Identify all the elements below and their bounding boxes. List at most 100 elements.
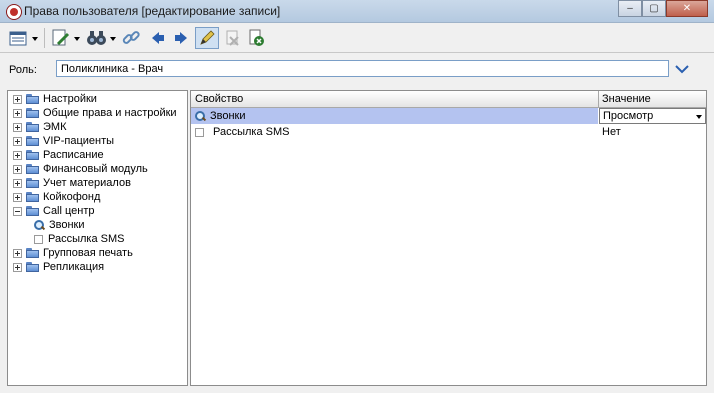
property-cell[interactable]: Рассылка SMS xyxy=(191,124,598,140)
view-menu-icon xyxy=(8,29,38,47)
tree-item-label: Call центр xyxy=(43,205,95,217)
delete-icon xyxy=(223,29,241,47)
arrow-left-icon xyxy=(150,30,166,46)
role-field[interactable] xyxy=(56,60,669,77)
folder-icon xyxy=(26,94,39,104)
link-icon xyxy=(122,29,140,47)
dropdown-arrow-icon[interactable] xyxy=(696,115,702,119)
maximize-button[interactable]: ▢ xyxy=(642,0,666,17)
expand-icon[interactable] xyxy=(13,94,22,104)
exit-button[interactable] xyxy=(245,27,267,49)
tree-item-label: Расписание xyxy=(43,149,104,161)
minimize-button[interactable]: – xyxy=(618,0,642,17)
folder-icon xyxy=(26,122,39,132)
value-label: Нет xyxy=(602,126,621,138)
binoculars-icon xyxy=(86,29,116,47)
search-button[interactable] xyxy=(84,27,118,49)
tree-item[interactable]: Расписание xyxy=(13,148,104,162)
tree-item-label: ЭМК xyxy=(43,121,67,133)
expand-icon[interactable] xyxy=(13,108,22,118)
rights-tree[interactable]: Настройки Общие права и настройки ЭМК VIP-п… xyxy=(7,90,188,386)
folder-icon xyxy=(26,206,39,216)
role-bar: Роль: xyxy=(0,54,714,86)
tree-item-label: Рассылка SMS xyxy=(48,233,125,245)
value-cell[interactable]: Нет xyxy=(599,124,706,140)
magnifier-icon xyxy=(34,219,45,231)
column-divider[interactable] xyxy=(598,91,599,107)
tree-item[interactable]: Финансовый модуль xyxy=(13,162,148,176)
tree-item-label: VIP-пациенты xyxy=(43,135,115,147)
grid-header: Свойство Значение xyxy=(191,91,706,108)
expand-icon[interactable] xyxy=(13,136,22,146)
property-label: Звонки xyxy=(210,110,246,122)
folder-icon xyxy=(26,136,39,146)
folder-icon xyxy=(26,108,39,118)
property-cell[interactable]: Звонки xyxy=(191,108,598,124)
grid-row[interactable]: Звонки Просмотр xyxy=(191,108,706,124)
folder-icon xyxy=(26,150,39,160)
folder-icon xyxy=(26,192,39,202)
tree-item[interactable]: Койкофонд xyxy=(13,190,100,204)
expand-icon[interactable] xyxy=(13,122,22,132)
tree-item[interactable]: Call центр xyxy=(13,204,95,218)
tree-item[interactable]: Учет материалов xyxy=(13,176,131,190)
edit-pencil-icon xyxy=(198,29,216,47)
tree-item[interactable]: Настройки xyxy=(13,92,97,106)
toolbar xyxy=(0,24,714,53)
tree-item[interactable]: Общие права и настройки xyxy=(13,106,177,120)
tree-item[interactable]: Репликация xyxy=(13,260,104,274)
delete-button[interactable] xyxy=(221,27,243,49)
tree-item[interactable]: Рассылка SMS xyxy=(34,232,124,246)
tree-item-label: Койкофонд xyxy=(43,191,101,203)
collapse-icon[interactable] xyxy=(13,206,22,216)
grid-row[interactable]: Рассылка SMS Нет xyxy=(191,124,706,140)
arrow-right-icon xyxy=(173,30,189,46)
tree-item-label: Звонки xyxy=(49,219,85,231)
expand-icon[interactable] xyxy=(13,150,22,160)
column-header-value[interactable]: Значение xyxy=(602,93,651,105)
value-dropdown[interactable]: Просмотр xyxy=(599,108,706,124)
tree-item-label: Групповая печать xyxy=(43,247,133,259)
tree-item-label: Учет материалов xyxy=(43,177,131,189)
back-button[interactable] xyxy=(148,27,168,49)
tree-item[interactable]: Звонки xyxy=(34,218,85,232)
expand-icon[interactable] xyxy=(13,192,22,202)
view-menu-button[interactable] xyxy=(6,27,40,49)
folder-icon xyxy=(26,178,39,188)
tree-item-label: Финансовый модуль xyxy=(43,163,148,175)
column-header-property[interactable]: Свойство xyxy=(195,93,243,105)
properties-grid: Свойство Значение Звонки Просмотр Рассылка… xyxy=(190,90,707,386)
edit-document-button[interactable] xyxy=(48,27,82,49)
edit-document-icon xyxy=(50,29,80,47)
app-window: Права пользователя [редактирование запис… xyxy=(0,0,714,393)
chevron-down-icon[interactable] xyxy=(675,64,689,74)
expand-icon[interactable] xyxy=(13,248,22,258)
tree-item-label: Настройки xyxy=(43,93,97,105)
magnifier-icon xyxy=(195,110,206,122)
expand-icon[interactable] xyxy=(13,178,22,188)
tree-item[interactable]: Групповая печать xyxy=(13,246,133,260)
window-controls: – ▢ ✕ xyxy=(618,0,708,18)
forward-button[interactable] xyxy=(171,27,191,49)
checkbox-icon xyxy=(34,234,43,244)
tree-item[interactable]: ЭМК xyxy=(13,120,66,134)
window-title: Права пользователя [редактирование запис… xyxy=(24,4,281,18)
property-label: Рассылка SMS xyxy=(213,126,290,138)
folder-icon xyxy=(26,248,39,258)
app-logo-icon xyxy=(6,4,22,20)
role-label: Роль: xyxy=(9,64,37,76)
value-label: Просмотр xyxy=(603,110,654,122)
toolbar-separator xyxy=(44,28,45,48)
tree-item[interactable]: VIP-пациенты xyxy=(13,134,114,148)
exit-icon xyxy=(247,29,265,47)
link-button[interactable] xyxy=(120,27,142,49)
tree-item-label: Общие права и настройки xyxy=(43,107,177,119)
folder-icon xyxy=(26,262,39,272)
expand-icon[interactable] xyxy=(13,164,22,174)
folder-icon xyxy=(26,164,39,174)
checkbox-icon xyxy=(195,127,204,137)
close-button[interactable]: ✕ xyxy=(666,0,708,17)
title-bar: Права пользователя [редактирование запис… xyxy=(0,0,714,23)
expand-icon[interactable] xyxy=(13,262,22,272)
edit-mode-button[interactable] xyxy=(195,27,219,49)
